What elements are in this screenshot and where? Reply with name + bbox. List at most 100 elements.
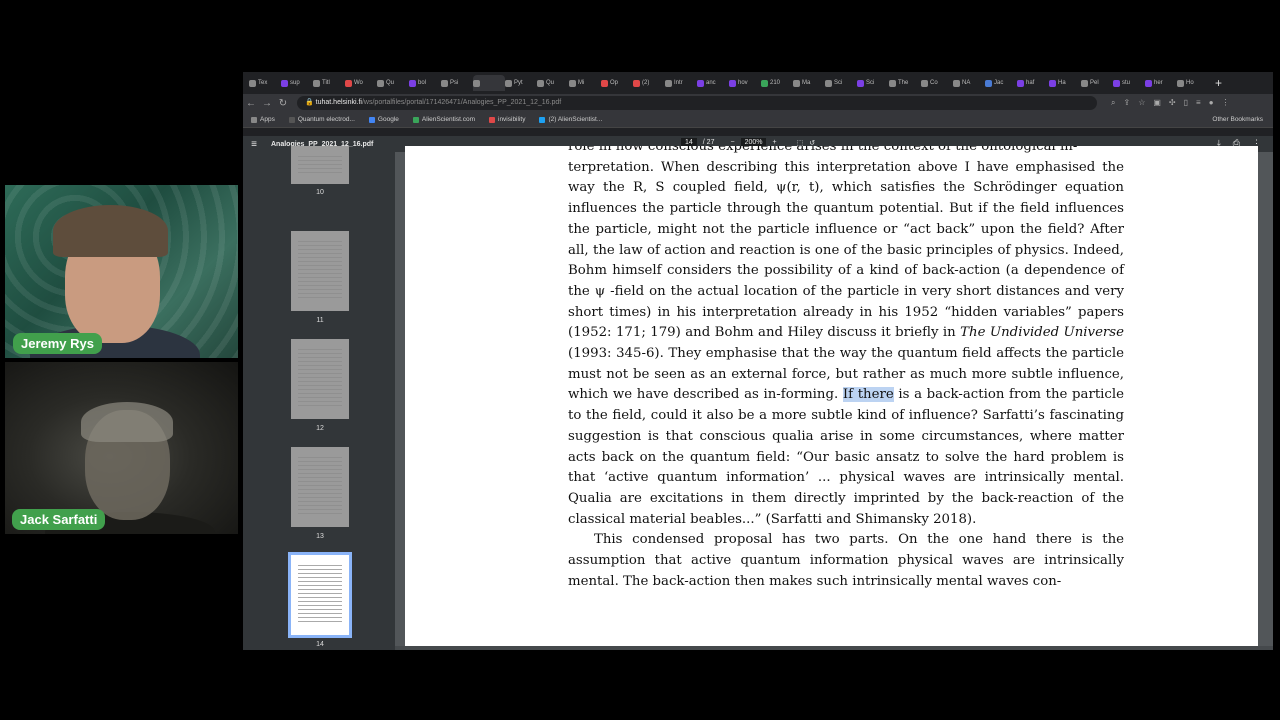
thumbnail-page-selected[interactable] xyxy=(288,552,352,638)
browser-tab[interactable]: anc xyxy=(697,75,729,91)
thumbnail-page[interactable] xyxy=(291,231,349,311)
browser-tab[interactable]: Op xyxy=(601,75,633,91)
tab-favicon-icon xyxy=(409,79,416,87)
bookmark-favicon-icon xyxy=(288,116,295,123)
bookmark-item[interactable]: Apps xyxy=(251,116,275,123)
browser-tab[interactable]: hov xyxy=(729,75,761,91)
browser-tab[interactable]: Pyt xyxy=(505,75,537,91)
bookmark-item[interactable]: invisibility xyxy=(489,116,525,123)
browser-tab[interactable]: Jac xyxy=(985,75,1017,91)
tab-label: Pyt xyxy=(514,80,523,86)
tab-label: Psi xyxy=(450,80,459,86)
tab-favicon-icon xyxy=(1081,79,1088,87)
tab-label: Ha xyxy=(1058,80,1066,86)
bookmark-favicon-icon xyxy=(368,116,375,123)
pdf-page: role in how conscious experience arises … xyxy=(405,146,1258,646)
browser-tab[interactable]: Sci xyxy=(857,75,889,91)
thumbnail-label: 12 xyxy=(316,425,324,432)
browser-tab[interactable]: Tex xyxy=(249,75,281,91)
browser-tab[interactable]: Pel xyxy=(1081,75,1113,91)
bookmark-label: Apps xyxy=(260,116,275,123)
share-icon[interactable]: ⇪ xyxy=(1123,98,1130,108)
browser-tab[interactable]: Intr xyxy=(665,75,697,91)
back-icon[interactable]: ← xyxy=(243,98,259,109)
hamburger-menu-icon[interactable]: ≡ xyxy=(243,139,265,150)
browser-tab[interactable]: her xyxy=(1145,75,1177,91)
tab-label: Jac xyxy=(994,80,1004,86)
browser-tab[interactable]: Ha xyxy=(1049,75,1081,91)
tab-strip: Tex sup Titl Wo Qu bol Psi Pyt Qu Mi Op (2) Intr anc h… xyxy=(243,72,1273,94)
zoom-out-button[interactable]: − xyxy=(730,139,734,146)
tab-favicon-icon xyxy=(953,79,960,87)
book-title: The Undivided Universe xyxy=(960,325,1124,341)
bookmark-item[interactable]: Google xyxy=(368,116,399,123)
browser-tab[interactable]: Mi xyxy=(569,75,601,91)
browser-tab[interactable]: Ho xyxy=(1177,75,1209,91)
zoom-in-button[interactable]: + xyxy=(772,139,776,146)
menu-icon[interactable]: ⋮ xyxy=(1222,98,1230,108)
sidebar-icon[interactable]: ▯ xyxy=(1184,98,1188,108)
browser-tab[interactable]: Qu xyxy=(537,75,569,91)
thumbnail-sidebar: 10 11 12 13 14 xyxy=(243,146,395,650)
star-icon[interactable]: ☆ xyxy=(1138,98,1145,108)
browser-tab[interactable]: Wo xyxy=(345,75,377,91)
browser-tab[interactable]: haf xyxy=(1017,75,1049,91)
new-tab-button[interactable]: + xyxy=(1215,76,1222,90)
address-bar[interactable]: 🔒 tuhat.helsinki.fi/ws/portalfiles/porta… xyxy=(297,96,1097,110)
browser-tab[interactable]: Psi xyxy=(441,75,473,91)
browser-tab[interactable]: Titl xyxy=(313,75,345,91)
browser-tab[interactable]: sup xyxy=(281,75,313,91)
browser-tab[interactable]: bol xyxy=(409,75,441,91)
forward-icon[interactable]: → xyxy=(259,98,275,109)
tab-label: Ho xyxy=(1186,80,1194,86)
pdf-viewer: role in how conscious experience arises … xyxy=(395,146,1273,650)
media-icon[interactable]: ≡ xyxy=(1196,98,1201,108)
tab-favicon-icon xyxy=(1113,79,1120,87)
tab-favicon-icon xyxy=(345,79,352,87)
tab-favicon-icon xyxy=(1017,79,1024,87)
profile-icon[interactable]: ● xyxy=(1209,98,1214,108)
tab-label: Qu xyxy=(386,80,395,86)
thumbnail-page[interactable] xyxy=(291,447,349,527)
reload-icon[interactable]: ↻ xyxy=(275,98,291,109)
browser-tab[interactable]: The xyxy=(889,75,921,91)
thumbnail-label: 11 xyxy=(316,317,324,324)
browser-tab[interactable]: stu xyxy=(1113,75,1145,91)
browser-tab[interactable]: (2) xyxy=(633,75,665,91)
browser-tab[interactable] xyxy=(473,75,505,91)
browser-tab[interactable]: Ma xyxy=(793,75,825,91)
browser-tab[interactable]: Sci xyxy=(825,75,857,91)
thumbnail-page[interactable] xyxy=(291,146,349,184)
tab-favicon-icon xyxy=(1049,79,1056,87)
tab-label: Titl xyxy=(322,80,330,86)
bookmark-item[interactable]: Quantum electrod... xyxy=(288,116,355,123)
participant-hair xyxy=(81,402,173,442)
vertical-scrollbar[interactable] xyxy=(1265,152,1271,650)
browser-tab[interactable]: Qu xyxy=(377,75,409,91)
tab-favicon-icon xyxy=(921,79,928,87)
bookmarks-list: Apps Quantum electrod... Google AlienScient… xyxy=(251,116,616,123)
tab-favicon-icon xyxy=(761,79,768,87)
thumbnail-page[interactable] xyxy=(291,339,349,419)
tab-label: her xyxy=(1154,80,1163,86)
tab-label: hov xyxy=(738,80,748,86)
browser-tab[interactable]: Co xyxy=(921,75,953,91)
browser-tab[interactable]: NA xyxy=(953,75,985,91)
bookmark-item[interactable]: (2) AlienScientist... xyxy=(539,116,602,123)
tab-label: 210 xyxy=(770,80,781,86)
participant-cap xyxy=(53,205,168,257)
tab-label: Intr xyxy=(674,80,683,86)
bookmark-favicon-icon xyxy=(412,116,419,123)
tab-list: Tex sup Titl Wo Qu bol Psi Pyt Qu Mi Op (2) Intr anc h… xyxy=(249,75,1209,91)
tab-label: Pel xyxy=(1090,80,1099,86)
other-bookmarks[interactable]: Other Bookmarks xyxy=(1212,116,1263,123)
horizontal-scrollbar[interactable] xyxy=(395,646,1273,650)
browser-tab[interactable]: 210 xyxy=(761,75,793,91)
paragraph: terpretation. When describing this inter… xyxy=(568,158,1124,531)
zoom-icon[interactable]: ⌕ xyxy=(1111,98,1115,108)
tab-favicon-icon xyxy=(697,79,704,87)
tab-favicon-icon xyxy=(665,79,672,87)
extension-icon[interactable]: ▣ xyxy=(1153,98,1161,108)
puzzle-icon[interactable]: ✣ xyxy=(1169,98,1176,108)
bookmark-item[interactable]: AlienScientist.com xyxy=(412,116,475,123)
